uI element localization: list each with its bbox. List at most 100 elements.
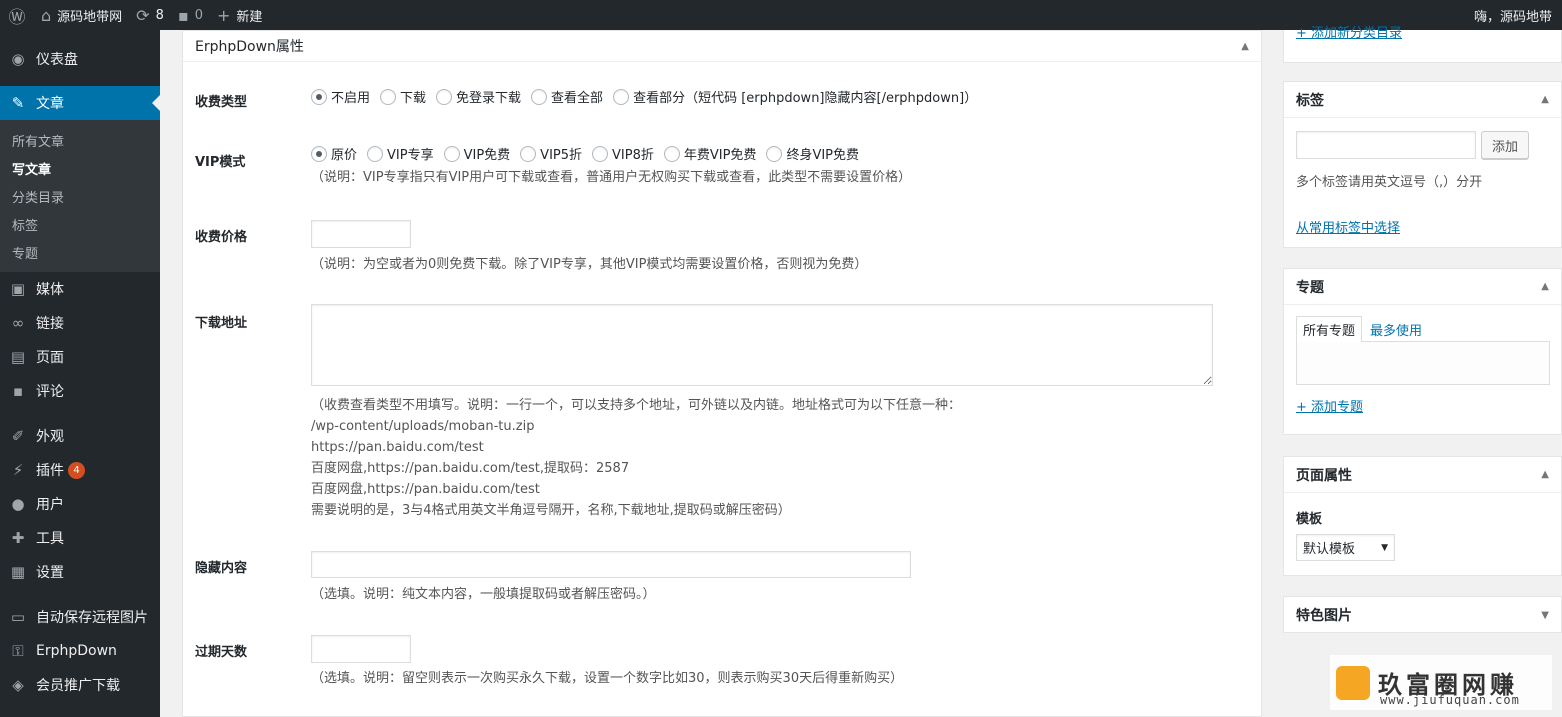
- download-url-textarea[interactable]: [311, 304, 1213, 386]
- topics-checklist[interactable]: [1296, 341, 1550, 385]
- menu-dashboard[interactable]: ◉ 仪表盘: [0, 42, 160, 76]
- tags-box-header[interactable]: 标签 ▲: [1284, 82, 1561, 118]
- topics-box: 专题 ▲ 所有专题 最多使用 + 添加专题: [1283, 268, 1562, 435]
- vip-radio-50off[interactable]: VIP5折: [520, 144, 582, 163]
- add-category-link[interactable]: + 添加新分类目录: [1296, 22, 1402, 41]
- site-name-link[interactable]: ⌂ 源码地带网: [34, 0, 129, 30]
- featured-image-box: 特色图片 ▼: [1283, 596, 1562, 633]
- hidden-content-input[interactable]: [311, 551, 911, 578]
- tab-all-topics[interactable]: 所有专题: [1296, 316, 1363, 342]
- wordpress-icon: Ⓦ: [8, 7, 26, 28]
- dropdown-arrow-icon: ▼: [1381, 542, 1388, 553]
- plus-icon: +: [216, 5, 231, 25]
- settings-icon: ▦: [10, 563, 26, 581]
- expand-arrow-icon[interactable]: ▼: [1541, 610, 1549, 621]
- comment-icon: ▪: [12, 382, 24, 400]
- vip-radio-original[interactable]: 原价: [311, 144, 357, 163]
- vip-radio-annual-free[interactable]: 年费VIP免费: [663, 144, 756, 163]
- category-box-remnant: + 添加新分类目录: [1283, 26, 1562, 63]
- new-content-link[interactable]: + 新建: [210, 0, 269, 30]
- page-icon: ▤: [10, 348, 26, 366]
- fee-type-radio-nologin[interactable]: 免登录下载: [436, 87, 521, 106]
- fee-type-radio-view-all[interactable]: 查看全部: [531, 87, 603, 106]
- account-menu[interactable]: 嗨，源码地带: [1474, 0, 1552, 30]
- hidden-content-description: （选填。说明：纯文本内容，一般填提取码或者解压密码。）: [311, 587, 656, 602]
- tab-most-used-topics[interactable]: 最多使用: [1370, 316, 1422, 342]
- vip-radio-exclusive[interactable]: VIP专享: [367, 144, 434, 163]
- vip-radio-80off[interactable]: VIP8折: [592, 144, 654, 163]
- watermark-url: www.jiufuquan.com: [1380, 693, 1520, 707]
- tags-input[interactable]: [1296, 131, 1476, 159]
- featured-image-header[interactable]: 特色图片 ▼: [1284, 597, 1561, 633]
- menu-comments[interactable]: ▪ 评论: [0, 374, 160, 408]
- menu-settings[interactable]: ▦ 设置: [0, 555, 160, 589]
- download-url-description: （收费查看类型不用填写。说明：一行一个，可以支持多个地址，可外链以及内链。地址格…: [311, 398, 962, 518]
- expire-days-description: （选填。说明：留空则表示一次购买永久下载，设置一个数字比如30，则表示购买30天…: [311, 671, 904, 686]
- expire-days-label: 过期天数: [195, 645, 248, 660]
- collapse-arrow-icon[interactable]: ▲: [1541, 281, 1549, 292]
- template-label: 模板: [1296, 512, 1323, 527]
- comment-icon: ▪: [177, 5, 189, 25]
- shield-icon: ◈: [12, 676, 24, 694]
- menu-auto-save-images[interactable]: ▭ 自动保存远程图片: [0, 600, 160, 634]
- erphpdown-metabox: ErphpDown属性 ▲ 收费类型 不启用 下载 免登录下载 查看全部 查看部…: [182, 30, 1262, 717]
- collapse-arrow-icon[interactable]: ▲: [1241, 41, 1249, 52]
- page-attributes-header[interactable]: 页面属性 ▲: [1284, 457, 1561, 493]
- submenu-topics[interactable]: 专题: [0, 238, 160, 266]
- menu-users[interactable]: ● 用户: [0, 487, 160, 521]
- fee-type-radio-download[interactable]: 下载: [380, 87, 426, 106]
- fee-type-radio-disabled[interactable]: 不启用: [311, 87, 370, 106]
- wordpress-logo-button[interactable]: Ⓦ: [0, 0, 34, 30]
- tags-hint: 多个标签请用英文逗号（,）分开: [1296, 175, 1483, 190]
- wrench-icon: ✚: [11, 529, 25, 547]
- menu-affiliate[interactable]: ◈ 会员推广下载: [0, 668, 160, 702]
- key-icon: ⚿: [12, 642, 24, 660]
- brush-icon: ✐: [11, 427, 25, 445]
- collapse-arrow-icon[interactable]: ▲: [1541, 469, 1549, 480]
- topics-box-title: 专题: [1296, 279, 1324, 296]
- template-select[interactable]: 默认模板 ▼: [1296, 534, 1395, 561]
- metabox-header[interactable]: ErphpDown属性 ▲: [183, 31, 1261, 62]
- tags-box-title: 标签: [1296, 92, 1324, 109]
- submenu-categories[interactable]: 分类目录: [0, 182, 160, 210]
- plugins-update-badge: 4: [68, 461, 85, 479]
- download-url-label: 下载地址: [195, 316, 248, 331]
- menu-pages[interactable]: ▤ 页面: [0, 340, 160, 374]
- add-topic-link[interactable]: + 添加专题: [1296, 396, 1363, 415]
- featured-image-title: 特色图片: [1296, 608, 1352, 624]
- link-icon: ∞: [11, 314, 25, 332]
- menu-posts[interactable]: ✎ 文章: [0, 86, 160, 120]
- pin-icon: ✎: [11, 94, 25, 112]
- vip-radio-free[interactable]: VIP免费: [443, 144, 510, 163]
- collapse-arrow-icon[interactable]: ▲: [1541, 94, 1549, 105]
- tags-add-button[interactable]: 添加: [1481, 131, 1530, 159]
- menu-media[interactable]: ▣ 媒体: [0, 272, 160, 306]
- submenu-all-posts[interactable]: 所有文章: [0, 126, 160, 154]
- updates-link[interactable]: ⟳ 8: [129, 0, 171, 30]
- submenu-write-post[interactable]: 写文章: [0, 154, 160, 182]
- menu-appearance[interactable]: ✐ 外观: [0, 419, 160, 453]
- comments-link[interactable]: ▪ 0: [171, 0, 210, 30]
- menu-links[interactable]: ∞ 链接: [0, 306, 160, 340]
- vip-mode-radio-group: 原价 VIP专享 VIP免费 VIP5折 VIP8折 年费VIP免费 终身VIP…: [311, 144, 869, 163]
- menu-plugins[interactable]: ⚡ 插件 4: [0, 453, 160, 487]
- vip-radio-lifetime-free[interactable]: 终身VIP免费: [766, 144, 859, 163]
- admin-menu: ◉ 仪表盘 ✎ 文章 所有文章 写文章 分类目录 标签 专题 ▣ 媒体 ∞ 链接 ▤ 页面…: [0, 30, 160, 717]
- expire-days-input[interactable]: [311, 635, 411, 663]
- fee-type-radio-group: 不启用 下载 免登录下载 查看全部 查看部分（短代码 [erphpdown]隐藏…: [311, 87, 987, 106]
- watermark: 玖富圈网赚 www.jiufuquan.com: [1330, 655, 1552, 710]
- topics-box-header[interactable]: 专题 ▲: [1284, 269, 1561, 305]
- menu-erphpdown[interactable]: ⚿ ErphpDown: [0, 634, 160, 668]
- submenu-tags[interactable]: 标签: [0, 210, 160, 238]
- price-description: （说明：为空或者为0则免费下载。除了VIP专享，其他VIP模式均需要设置价格，否…: [311, 257, 868, 272]
- media-icon: ▣: [10, 280, 26, 298]
- vip-mode-description: （说明：VIP专享指只有VIP用户可下载或查看，普通用户无权购买下载或查看，此类…: [311, 170, 912, 185]
- dashboard-icon: ◉: [11, 50, 25, 68]
- price-input[interactable]: [311, 220, 411, 248]
- home-icon: ⌂: [41, 5, 52, 25]
- menu-tools[interactable]: ✚ 工具: [0, 521, 160, 555]
- choose-common-tags-link[interactable]: 从常用标签中选择: [1296, 217, 1400, 236]
- fee-type-radio-view-part[interactable]: 查看部分（短代码 [erphpdown]隐藏内容[/erphpdown]）: [613, 87, 977, 106]
- fee-type-label: 收费类型: [195, 95, 248, 110]
- watermark-logo-icon: [1336, 665, 1370, 700]
